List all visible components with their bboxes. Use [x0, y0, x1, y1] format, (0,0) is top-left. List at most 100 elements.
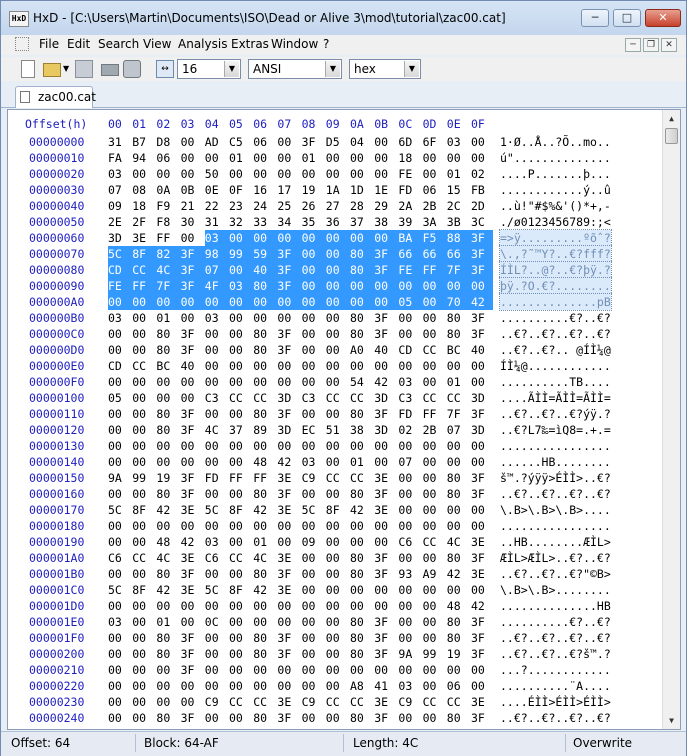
hex-byte[interactable]: 3F: [471, 230, 493, 246]
hex-byte[interactable]: 80: [253, 486, 275, 502]
hex-byte[interactable]: 00: [277, 518, 299, 534]
hex-byte[interactable]: 00: [326, 406, 348, 422]
hex-byte[interactable]: 00: [156, 374, 178, 390]
hex-byte[interactable]: 00: [156, 518, 178, 534]
hex-byte[interactable]: 80: [447, 630, 469, 646]
hex-byte[interactable]: 00: [326, 534, 348, 550]
hex-byte[interactable]: 06: [423, 182, 445, 198]
ascii-text[interactable]: ÍÌL?..@?..€?þÿ.?: [499, 261, 612, 279]
hex-byte[interactable]: 16: [253, 182, 275, 198]
hex-byte[interactable]: 4C: [447, 534, 469, 550]
hex-byte[interactable]: 3F: [180, 278, 205, 294]
hex-byte[interactable]: FA: [108, 150, 130, 166]
ascii-text[interactable]: ..€?L7‰=ìQ8=.+.=: [500, 422, 611, 438]
hex-byte[interactable]: 00: [205, 710, 227, 726]
hex-byte[interactable]: 3D: [374, 422, 396, 438]
hex-byte[interactable]: 00: [229, 678, 251, 694]
hex-byte[interactable]: 40: [253, 262, 278, 278]
hex-byte[interactable]: 00: [108, 374, 130, 390]
minimize-button[interactable]: ─: [581, 9, 609, 27]
hex-byte[interactable]: 00: [132, 294, 157, 310]
hex-byte[interactable]: 00: [325, 246, 350, 262]
hex-byte[interactable]: 00: [374, 358, 396, 374]
hex-byte[interactable]: 00: [205, 646, 227, 662]
hex-byte[interactable]: 29: [374, 198, 396, 214]
hex-byte[interactable]: 50: [205, 166, 227, 182]
hex-byte[interactable]: 00: [277, 438, 299, 454]
hex-byte[interactable]: 2D: [471, 198, 493, 214]
hex-byte[interactable]: 80: [447, 614, 469, 630]
hex-byte[interactable]: 27: [326, 198, 348, 214]
hex-byte[interactable]: 00: [108, 326, 130, 342]
hex-byte[interactable]: 3E: [471, 566, 493, 582]
hex-byte[interactable]: 3F: [471, 246, 493, 262]
hex-byte[interactable]: 00: [326, 438, 348, 454]
hex-byte[interactable]: 03: [302, 454, 324, 470]
hex-byte[interactable]: 00: [326, 598, 348, 614]
hex-byte[interactable]: 4F: [204, 278, 229, 294]
hex-byte[interactable]: 00: [326, 166, 348, 182]
hex-byte[interactable]: 01: [156, 614, 178, 630]
hex-byte[interactable]: 3F: [374, 566, 396, 582]
hex-byte[interactable]: 3F: [181, 710, 203, 726]
hex-byte[interactable]: 00: [471, 278, 493, 294]
ascii-text[interactable]: ....ÃÌÌ=ÃÌÌ=ÃÌÌ=: [500, 390, 611, 406]
hex-byte[interactable]: 3F: [277, 646, 299, 662]
hex-byte[interactable]: 00: [229, 326, 251, 342]
hex-byte[interactable]: 4C: [156, 550, 178, 566]
hex-byte[interactable]: CC: [253, 390, 275, 406]
hex-byte[interactable]: 00: [156, 662, 178, 678]
hex-byte[interactable]: 3D: [471, 390, 493, 406]
hex-byte[interactable]: 07: [108, 182, 130, 198]
hex-byte[interactable]: 00: [132, 646, 154, 662]
hex-byte[interactable]: 00: [302, 438, 324, 454]
hex-byte[interactable]: 00: [108, 486, 130, 502]
hex-byte[interactable]: 3F: [181, 326, 203, 342]
hex-byte[interactable]: 00: [132, 486, 154, 502]
hex-byte[interactable]: CD: [108, 358, 130, 374]
hex-byte[interactable]: 3F: [374, 630, 396, 646]
hex-byte[interactable]: 03: [205, 534, 227, 550]
hex-byte[interactable]: A0: [350, 342, 372, 358]
hex-byte[interactable]: 03: [205, 310, 227, 326]
hex-byte[interactable]: 5C: [108, 246, 133, 262]
hex-byte[interactable]: 7F: [447, 406, 469, 422]
hex-byte[interactable]: 3C: [471, 214, 493, 230]
hex-byte[interactable]: 00: [302, 550, 324, 566]
hex-byte[interactable]: 2B: [423, 198, 445, 214]
hex-byte[interactable]: 00: [302, 614, 324, 630]
hex-byte[interactable]: 00: [181, 134, 203, 150]
hex-byte[interactable]: 00: [398, 614, 420, 630]
hex-byte[interactable]: 00: [423, 470, 445, 486]
menu-analysis[interactable]: Analysis: [178, 37, 227, 51]
hex-byte[interactable]: 00: [204, 294, 229, 310]
hex-byte[interactable]: 80: [253, 342, 275, 358]
hex-byte[interactable]: 00: [277, 294, 302, 310]
ascii-text[interactable]: ....ÉÌÌ>ÉÌÌ>ÉÌÌ>: [500, 694, 611, 710]
hex-byte[interactable]: 00: [447, 150, 469, 166]
hex-byte[interactable]: 3F: [181, 630, 203, 646]
hex-byte[interactable]: 00: [132, 390, 154, 406]
hex-byte[interactable]: 00: [277, 534, 299, 550]
hex-byte[interactable]: 80: [350, 486, 372, 502]
hex-byte[interactable]: 31: [205, 214, 227, 230]
hex-byte[interactable]: C3: [205, 390, 227, 406]
hex-byte[interactable]: D5: [326, 134, 348, 150]
hex-byte[interactable]: 3F: [471, 310, 493, 326]
hex-byte[interactable]: 00: [447, 518, 469, 534]
hex-byte[interactable]: 07: [204, 262, 229, 278]
hex-byte[interactable]: CC: [326, 470, 348, 486]
ascii-text[interactable]: =>ÿ.........ºõˆ?: [499, 229, 612, 247]
hex-byte[interactable]: 00: [181, 614, 203, 630]
hex-byte[interactable]: 2F: [132, 214, 154, 230]
hex-byte[interactable]: 00: [326, 582, 348, 598]
hex-byte[interactable]: 00: [398, 518, 420, 534]
hex-byte[interactable]: 8F: [132, 582, 154, 598]
hex-byte[interactable]: FB: [471, 182, 493, 198]
hex-byte[interactable]: 3F: [277, 406, 299, 422]
hex-byte[interactable]: 00: [471, 502, 493, 518]
hex-byte[interactable]: 3F: [181, 486, 203, 502]
hex-byte[interactable]: 00: [423, 374, 445, 390]
hex-byte[interactable]: CC: [350, 390, 372, 406]
hex-byte[interactable]: 00: [132, 406, 154, 422]
